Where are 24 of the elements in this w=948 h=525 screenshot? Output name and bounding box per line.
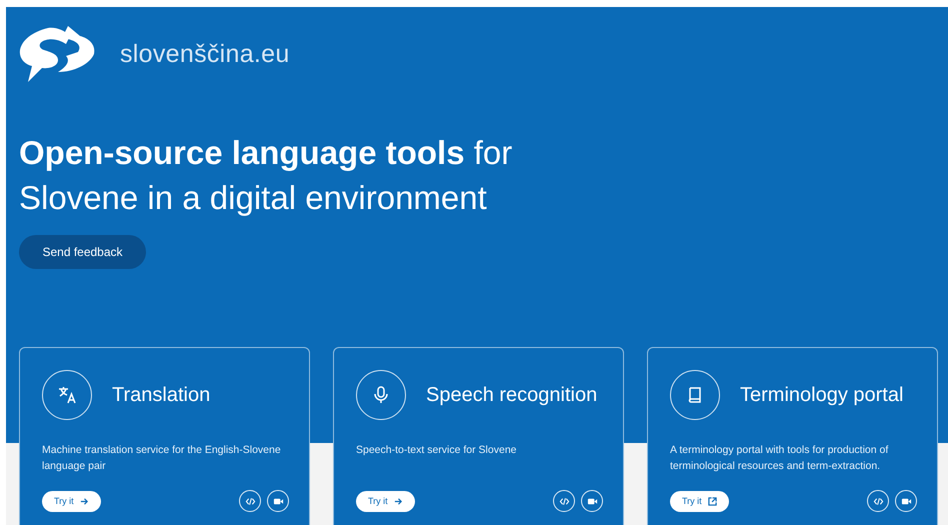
- code-icon[interactable]: [239, 490, 261, 512]
- video-camera-icon[interactable]: [581, 490, 603, 512]
- video-camera-icon[interactable]: [895, 490, 917, 512]
- headline: Open-source language tools for Slovene in a digital environment: [19, 133, 514, 218]
- external-link-icon: [708, 496, 717, 506]
- microphone-icon: [356, 370, 406, 420]
- card-description: Machine translation service for the English-Slovene language pair: [42, 443, 282, 474]
- translate-icon: [42, 370, 92, 420]
- book-icon: [670, 370, 720, 420]
- card-title: Terminology portal: [740, 384, 904, 406]
- code-icon[interactable]: [553, 490, 575, 512]
- try-it-button[interactable]: Try it: [356, 490, 415, 512]
- card-title: Translation: [112, 384, 210, 406]
- video-camera-icon[interactable]: [267, 490, 289, 512]
- site-name[interactable]: slovenščina.eu: [120, 40, 290, 68]
- card-title: Speech recognition: [426, 384, 598, 406]
- card-description: A terminology portal with tools for production of terminological resources and term-extraction.: [670, 443, 890, 474]
- send-feedback-button[interactable]: Send feedback: [19, 235, 146, 269]
- try-it-button[interactable]: Try it: [42, 490, 101, 512]
- arrow-right-icon: [80, 496, 89, 506]
- card-description: Speech-to-text service for Slovene: [356, 443, 518, 458]
- try-it-button[interactable]: Try it: [670, 490, 729, 512]
- arrow-right-icon: [394, 496, 403, 506]
- code-icon[interactable]: [867, 490, 889, 512]
